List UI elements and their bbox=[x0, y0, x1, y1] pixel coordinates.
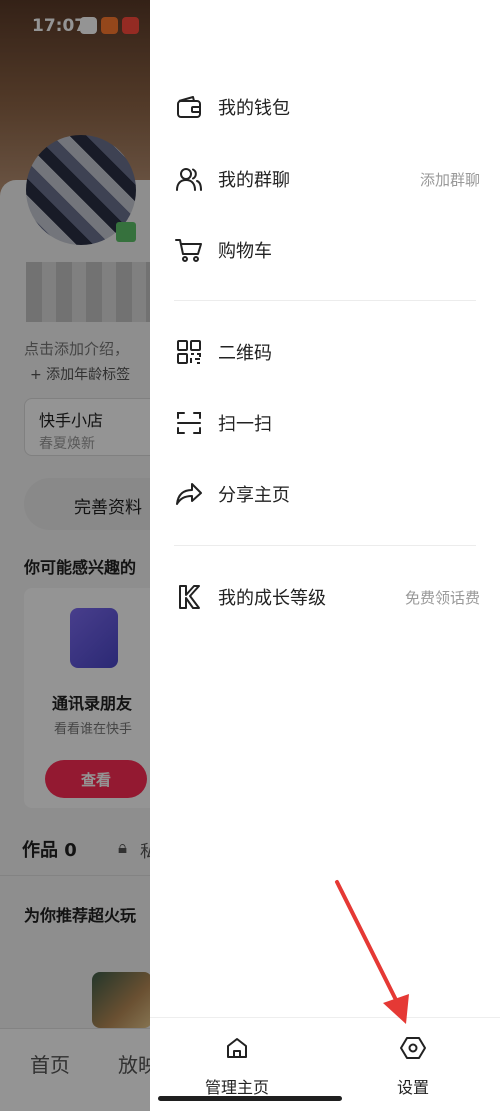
menu-item-share-home[interactable]: 分享主页 bbox=[174, 472, 480, 516]
menu-item-scan[interactable]: 扫一扫 bbox=[174, 401, 480, 445]
menu-divider-2 bbox=[174, 545, 476, 546]
cart-icon bbox=[174, 235, 204, 265]
menu-label-wallet: 我的钱包 bbox=[218, 98, 290, 119]
menu-label-cart: 购物车 bbox=[218, 241, 272, 262]
menu-item-cart[interactable]: 购物车 bbox=[174, 228, 480, 272]
menu-item-group-chat[interactable]: 我的群聊 添加群聊 bbox=[174, 157, 480, 201]
qr-code-icon bbox=[174, 337, 204, 367]
menu-label-group-chat: 我的群聊 bbox=[218, 170, 290, 191]
menu-item-wallet[interactable]: 我的钱包 bbox=[174, 85, 480, 129]
add-group-chat-link[interactable]: 添加群聊 bbox=[420, 169, 480, 190]
menu-label-qr-code: 二维码 bbox=[218, 343, 272, 364]
menu-item-growth-level[interactable]: 我的成长等级 免费领话费 bbox=[174, 575, 480, 619]
settings-label: 设置 bbox=[396, 1078, 429, 1097]
menu-item-qr-code[interactable]: 二维码 bbox=[174, 330, 480, 374]
manage-home-button[interactable]: 管理主页 bbox=[187, 1036, 287, 1098]
menu-label-growth-level: 我的成长等级 bbox=[218, 588, 326, 609]
settings-gear-icon bbox=[400, 1036, 426, 1064]
settings-button[interactable]: 设置 bbox=[363, 1036, 463, 1098]
menu-divider-1 bbox=[174, 300, 476, 301]
manage-home-label: 管理主页 bbox=[204, 1078, 269, 1097]
home-indicator bbox=[158, 1096, 342, 1101]
growth-level-icon bbox=[174, 582, 204, 612]
wallet-icon bbox=[174, 92, 204, 122]
group-chat-icon bbox=[174, 164, 204, 194]
share-icon bbox=[174, 479, 204, 509]
menu-label-scan: 扫一扫 bbox=[218, 414, 272, 435]
free-phone-credit-link[interactable]: 免费领话费 bbox=[405, 587, 480, 608]
scan-icon bbox=[174, 408, 204, 438]
side-drawer: 我的钱包 我的群聊 添加群聊 购物车 二维码 扫一扫 分享主页 我的成长等级 免… bbox=[150, 0, 500, 1111]
menu-label-share-home: 分享主页 bbox=[218, 485, 290, 506]
home-icon bbox=[225, 1036, 249, 1064]
